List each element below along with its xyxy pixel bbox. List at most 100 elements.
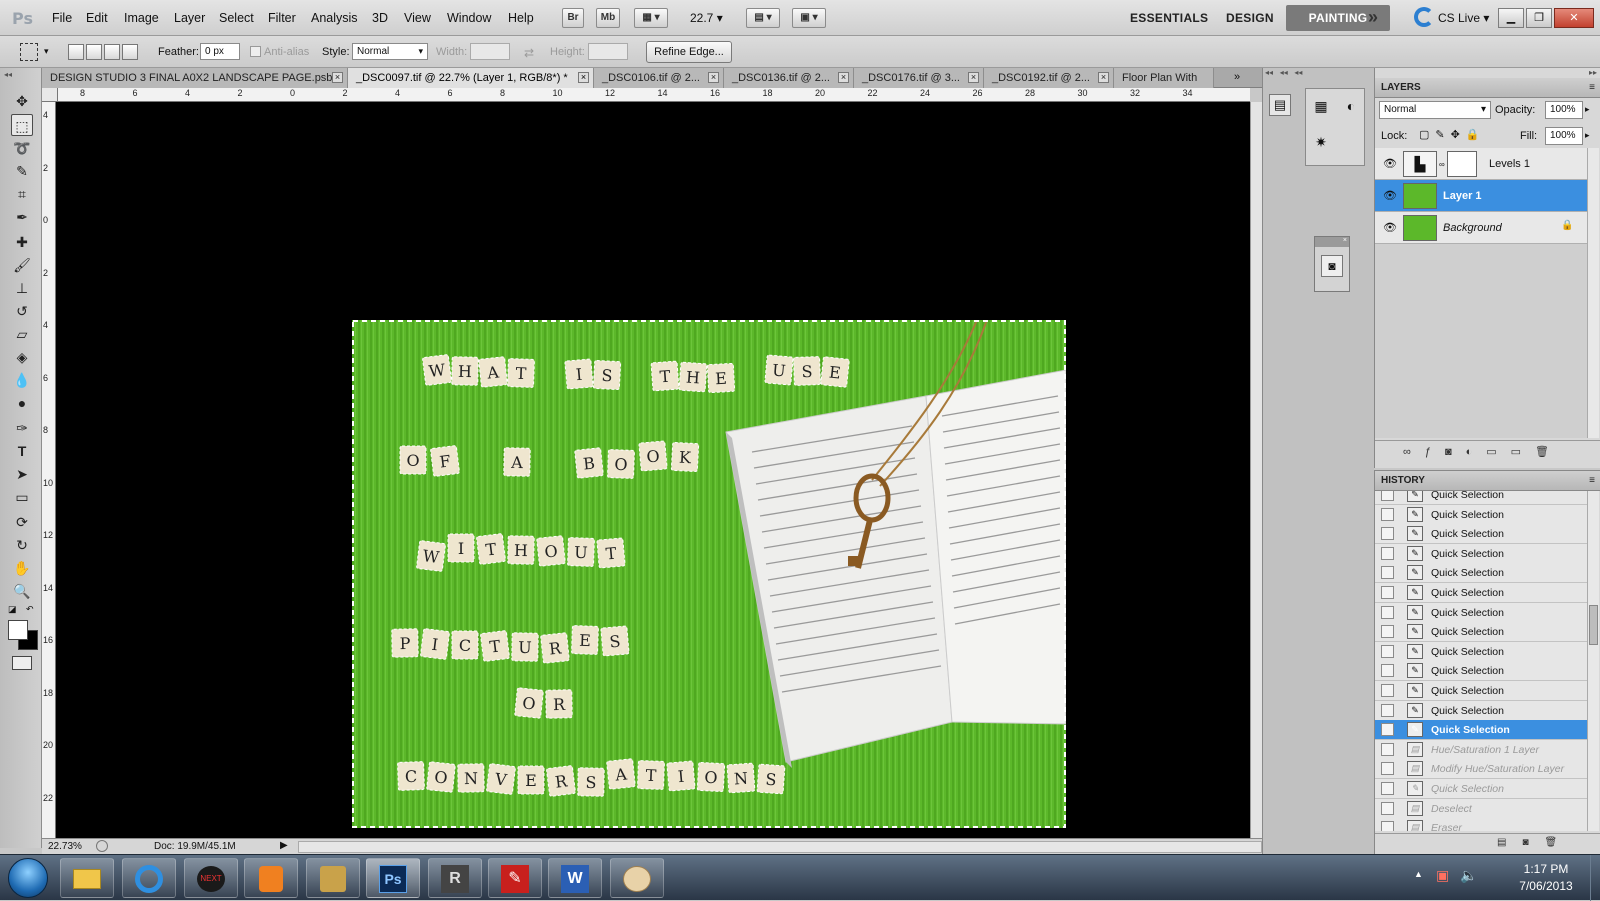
word-taskbar-icon[interactable]: W (548, 858, 602, 898)
chevron-down-icon[interactable]: ▾ (44, 46, 49, 57)
history-snapshot-checkbox[interactable] (1381, 821, 1394, 831)
media-player-taskbar-icon[interactable] (244, 858, 298, 898)
swap-dimensions-icon[interactable]: ⇄ (524, 46, 534, 60)
blend-mode-select[interactable]: Normal ▾ (1379, 101, 1491, 119)
cs-live-button[interactable]: CS Live ▾ (1438, 11, 1489, 25)
menu-filter[interactable]: Filter (268, 11, 296, 25)
style-select[interactable]: Normal ▾ (352, 43, 428, 60)
panel-menu-icon[interactable]: ≡ (1589, 471, 1595, 491)
lock-options-icons[interactable]: ▢✎✥🔒 (1419, 128, 1486, 141)
panel-collapse-icon[interactable]: ▸▸ (1375, 68, 1600, 78)
history-state-row[interactable]: ✎ Quick Selection (1375, 700, 1587, 721)
menu-edit[interactable]: Edit (86, 11, 108, 25)
menu-file[interactable]: File (52, 11, 72, 25)
history-snapshot-checkbox[interactable] (1381, 507, 1394, 521)
volume-icon[interactable]: 🔈 (1460, 867, 1477, 884)
crop-tool-icon[interactable]: ⌗ (11, 183, 33, 205)
history-snapshot-checkbox[interactable] (1381, 723, 1394, 737)
show-desktop-button[interactable] (1590, 855, 1600, 901)
navigator-panel-icon[interactable]: ✷ (1310, 131, 1332, 153)
history-state-row[interactable]: ✎ Quick Selection (1375, 543, 1587, 564)
opacity-arrow-icon[interactable]: ▸ (1585, 104, 1590, 115)
tab-dsc0097[interactable]: _DSC0097.tif @ 22.7% (Layer 1, RGB/8*) *… (348, 68, 594, 88)
close-tab-icon[interactable]: × (708, 72, 719, 83)
history-state-row[interactable]: ▤ Deselect (1375, 798, 1587, 819)
canvas-horizontal-scrollbar[interactable] (298, 841, 1262, 853)
history-snapshot-checkbox[interactable] (1381, 664, 1394, 678)
refine-edge-button[interactable]: Refine Edge... (646, 41, 732, 63)
history-state-row[interactable]: ▤ Eraser (1375, 818, 1587, 831)
marquee-preset-icon[interactable] (20, 43, 38, 61)
show-hidden-icons[interactable]: ▲ (1414, 869, 1423, 879)
menu-select[interactable]: Select (219, 11, 254, 25)
history-snapshot-checkbox[interactable] (1381, 527, 1394, 541)
more-tabs-icon[interactable]: » (1234, 71, 1240, 83)
minimize-button[interactable]: ▁ (1498, 8, 1524, 28)
history-snapshot-checkbox[interactable] (1381, 782, 1394, 795)
history-snapshot-checkbox[interactable] (1381, 644, 1394, 658)
rectangle-shape-tool-icon[interactable]: ▭ (11, 486, 33, 508)
quick-selection-tool-icon[interactable]: ✎ (11, 160, 33, 182)
history-scrollbar[interactable] (1587, 491, 1599, 831)
blur-tool-icon[interactable]: 💧 (11, 369, 33, 391)
workspace-design[interactable]: DESIGN (1226, 11, 1274, 25)
restore-button[interactable]: ❐ (1526, 8, 1552, 28)
panel-menu-icon[interactable]: ≡ (1589, 78, 1595, 98)
spot-healing-tool-icon[interactable]: ✚ (11, 231, 33, 253)
visibility-eye-icon[interactable]: 👁 (1383, 222, 1397, 234)
info-panel-icon[interactable]: ▤ (1269, 94, 1291, 116)
explorer-taskbar-icon[interactable] (60, 858, 114, 898)
floating-panel[interactable]: × ◙ (1314, 236, 1350, 292)
fill-arrow-icon[interactable]: ▸ (1585, 130, 1590, 141)
zoom-level-dropdown[interactable]: 22.7 ▾ (690, 11, 723, 25)
pen-tool-icon[interactable]: ✑ (11, 417, 33, 439)
width-input[interactable] (470, 43, 510, 60)
anti-alias-checkbox[interactable] (250, 46, 261, 57)
internet-explorer-taskbar-icon[interactable] (122, 858, 176, 898)
eyedropper-tool-icon[interactable]: ✒ (11, 206, 33, 228)
tab-floor-plan[interactable]: Floor Plan With (1114, 68, 1214, 88)
layer-row-background[interactable]: 👁 Background 🔒 (1375, 212, 1587, 244)
adjustments-panel-icon[interactable]: ◐ (1340, 95, 1362, 117)
layers-scrollbar[interactable] (1587, 148, 1599, 438)
history-snapshot-checkbox[interactable] (1381, 742, 1394, 756)
paint-taskbar-icon[interactable] (610, 858, 664, 898)
history-brush-tool-icon[interactable]: ↺ (11, 300, 33, 322)
tab-dsc0106[interactable]: _DSC0106.tif @ 2... × (594, 68, 724, 88)
visibility-eye-icon[interactable]: 👁 (1383, 190, 1397, 202)
revit-taskbar-icon[interactable]: R (428, 858, 482, 898)
library-taskbar-icon[interactable] (306, 858, 360, 898)
close-tab-icon[interactable]: × (578, 72, 589, 83)
history-state-row[interactable]: ✎ Quick Selection (1375, 563, 1587, 584)
close-tab-icon[interactable]: × (332, 72, 343, 83)
swap-colors-icon[interactable]: ↶ (26, 604, 34, 615)
3d-rotate-tool-icon[interactable]: ⟳ (11, 511, 33, 533)
status-menu-arrow-icon[interactable]: ▶ (280, 840, 288, 851)
history-state-row[interactable]: ▤ Modify Hue/Saturation Layer (1375, 759, 1587, 780)
eraser-tool-icon[interactable]: ▱ (11, 323, 33, 345)
default-colors-icon[interactable]: ◪ (8, 604, 17, 615)
path-selection-tool-icon[interactable]: ➤ (11, 463, 33, 485)
opacity-input[interactable]: 100% (1545, 101, 1583, 119)
hand-tool-icon[interactable]: ✋ (11, 557, 33, 579)
layer-row-layer-1[interactable]: 👁 Layer 1 (1375, 180, 1587, 212)
new-selection-icon[interactable] (68, 44, 84, 60)
history-snapshot-checkbox[interactable] (1381, 684, 1394, 697)
canvas-vertical-scrollbar[interactable] (1250, 102, 1262, 838)
status-zoom[interactable]: 22.73% (48, 841, 82, 852)
history-state-row[interactable]: ✎ Quick Selection (1375, 681, 1587, 701)
document-canvas[interactable]: WHATISTHEUSEOFABOOKWITHOUTPICTURESORCONV… (56, 102, 1250, 838)
history-footer-buttons[interactable]: ▤◙🗑 (1375, 833, 1600, 853)
feather-input[interactable]: 0 px (200, 43, 240, 60)
close-tab-icon[interactable]: × (838, 72, 849, 83)
layers-footer-buttons[interactable]: ∞ƒ◙◐▭▭🗑 (1375, 440, 1600, 464)
mini-bridge-button[interactable]: Mb (596, 8, 620, 28)
layer-mask-thumbnail[interactable] (1447, 151, 1477, 177)
history-snapshot-checkbox[interactable] (1381, 762, 1394, 776)
history-state-row[interactable]: ▤ Hue/Saturation 1 Layer (1375, 739, 1587, 760)
3d-orbit-tool-icon[interactable]: ↻ (11, 534, 33, 556)
close-tab-icon[interactable]: × (1098, 72, 1109, 83)
lasso-tool-icon[interactable]: ➰ (11, 137, 33, 159)
windows-start-icon[interactable] (8, 858, 48, 898)
tab-dsc0176[interactable]: _DSC0176.tif @ 3... × (854, 68, 984, 88)
